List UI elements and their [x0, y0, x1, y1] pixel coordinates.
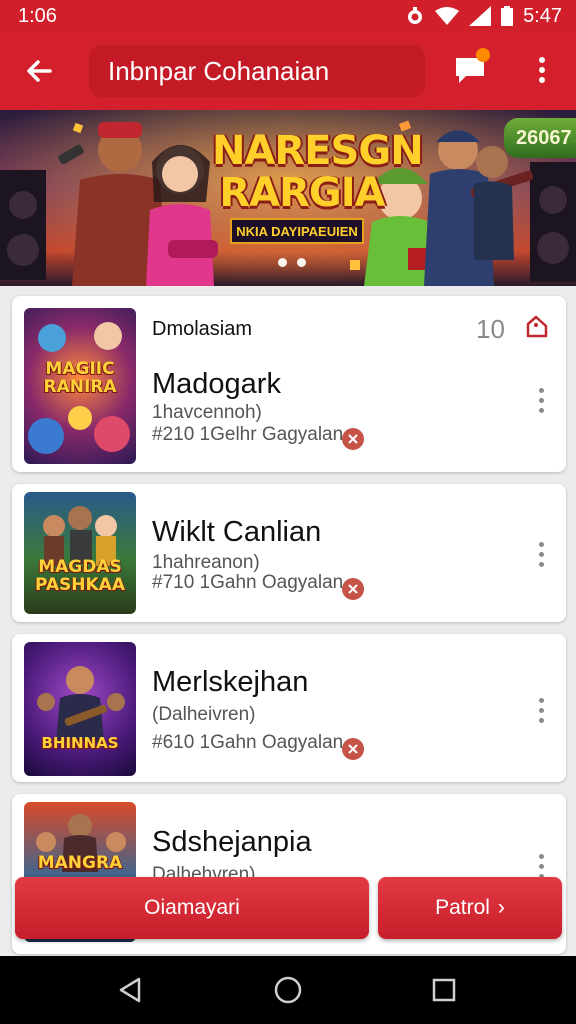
- next-button[interactable]: Patrol ›: [378, 877, 562, 939]
- card-meta: #610 1Gahn Oagyalan: [152, 732, 344, 753]
- card-category: Dmolasiam: [152, 318, 253, 340]
- back-nav-icon: [119, 977, 141, 1003]
- home-nav-icon: [274, 976, 302, 1004]
- more-vert-icon: [539, 57, 545, 83]
- back-button[interactable]: [8, 32, 70, 110]
- card-more-button[interactable]: [530, 534, 552, 574]
- card-meta: #210 1Gelhr Gagyalan: [152, 424, 344, 445]
- carousel-dots: [278, 258, 306, 267]
- next-button-label: Patrol: [435, 896, 490, 919]
- signal-icon: [469, 6, 492, 26]
- card-title: Merlskejhan: [152, 666, 309, 698]
- card-title: Madogark: [152, 368, 281, 400]
- thumbnail-title: BHINNAS: [41, 734, 119, 752]
- alarm-icon: [405, 6, 425, 26]
- banner-title-line1: NARESGN: [212, 128, 424, 174]
- status-icons: 5:47: [405, 5, 562, 28]
- remove-button[interactable]: [342, 428, 364, 450]
- notification-dot: [476, 48, 490, 62]
- close-icon: [348, 744, 358, 754]
- thumbnail-art: [43, 506, 117, 566]
- nav-home-button[interactable]: [268, 970, 308, 1010]
- list-card[interactable]: BHINNAS Merlskejhan (Dalheivren) #610 1G…: [12, 634, 566, 782]
- card-subtitle: 1hahreanon): [152, 552, 260, 573]
- card-count: 10: [476, 314, 505, 344]
- banner-title-line2: RARGIA: [219, 170, 385, 216]
- card-thumbnail: BHINNAS: [24, 642, 136, 776]
- status-clock-right: 5:47: [523, 4, 562, 27]
- app-bar: Inbnpar Cohanaian: [0, 32, 576, 110]
- list-card[interactable]: MAGDAS PASHKAA Wiklt Canlian 1hahreanon)…: [12, 484, 566, 622]
- nav-back-button[interactable]: [110, 970, 150, 1010]
- close-icon: [348, 434, 358, 444]
- wifi-icon: [435, 7, 460, 25]
- card-more-button[interactable]: [530, 690, 552, 730]
- chevron-right-icon: ›: [497, 896, 505, 919]
- app-title: Inbnpar Cohanaian: [88, 44, 426, 98]
- chat-button[interactable]: [448, 48, 492, 92]
- tag-icon[interactable]: [524, 314, 550, 345]
- nav-recents-button[interactable]: [424, 970, 464, 1010]
- card-title: Sdshejanpia: [152, 826, 312, 858]
- promo-banner[interactable]: NARESGN RARGIA NKIA DAYIPAEUIEN 26067: [0, 110, 576, 286]
- thumbnail-title: MAGDAS PASHKAA: [34, 557, 125, 595]
- battery-icon: [501, 6, 514, 26]
- list-card[interactable]: MAGIIC RANIRA Dmolasiam 10 Madogark 1hav…: [12, 296, 566, 472]
- thumbnail-art: [37, 666, 125, 742]
- card-subtitle: 1havcennoh): [152, 402, 262, 423]
- banner-badge: 26067: [504, 118, 576, 158]
- back-arrow-icon: [27, 60, 52, 82]
- carousel-dot[interactable]: [297, 258, 306, 267]
- status-time: 1:06: [18, 4, 57, 27]
- status-bar: 1:06 5:47: [0, 0, 576, 32]
- thumbnail-title: MANGRA: [37, 853, 123, 873]
- banner-title: NARESGN RARGIA: [212, 128, 424, 216]
- close-icon: [348, 584, 358, 594]
- card-meta: #710 1Gahn Oagyalan: [152, 572, 344, 593]
- card-more-button[interactable]: [530, 380, 552, 420]
- card-subtitle: (Dalheivren): [152, 704, 256, 725]
- primary-action-button[interactable]: Oiamayari: [15, 877, 369, 939]
- banner-subtitle: NKIA DAYIPAEUIEN: [230, 218, 364, 244]
- card-title: Wiklt Canlian: [152, 516, 322, 548]
- app-title-text: Inbnpar Cohanaian: [108, 55, 330, 86]
- thumbnail-title: MAGIIC RANIRA: [43, 359, 117, 397]
- system-nav-bar: [0, 956, 576, 1024]
- remove-button[interactable]: [342, 738, 364, 760]
- carousel-dot[interactable]: [278, 258, 287, 267]
- recents-nav-icon: [432, 978, 456, 1002]
- remove-button[interactable]: [342, 578, 364, 600]
- card-thumbnail: MAGDAS PASHKAA: [24, 492, 136, 614]
- primary-action-label: Oiamayari: [144, 896, 240, 919]
- card-thumbnail: MAGIIC RANIRA: [24, 308, 136, 464]
- more-menu-button[interactable]: [524, 48, 560, 92]
